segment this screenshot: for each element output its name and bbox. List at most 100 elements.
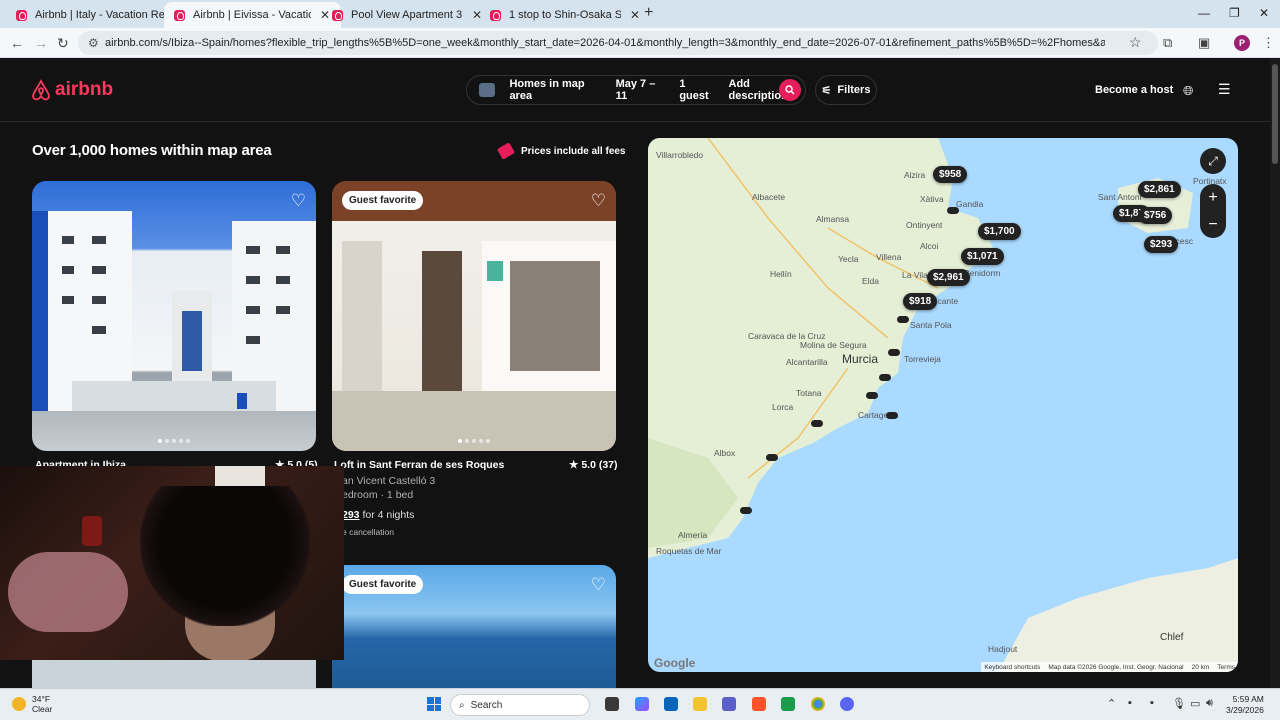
forward-icon[interactable]: → <box>34 35 48 51</box>
taskbar-search-label: Search <box>470 699 503 711</box>
map-dot-pin[interactable] <box>811 420 823 427</box>
file-explorer-icon[interactable] <box>693 697 707 711</box>
map-dot-pin[interactable] <box>879 374 891 381</box>
search-map[interactable]: Villarrobledo Albacete Alzira Xàtiva Gan… <box>648 138 1238 672</box>
price-pin[interactable]: $1,700 <box>978 223 1021 240</box>
tray-overflow-icon[interactable]: ⌃ <box>1107 697 1116 710</box>
price-pin[interactable]: $918 <box>903 293 938 310</box>
keyboard-shortcuts-link[interactable]: Keyboard shortcuts <box>984 664 1040 671</box>
map-dot-pin[interactable] <box>886 412 898 419</box>
extensions-icon[interactable]: ⧉ <box>1163 35 1172 51</box>
airbnb-favicon-icon <box>332 9 343 21</box>
profile-avatar[interactable]: P <box>1234 35 1250 51</box>
restore-icon[interactable]: ❐ <box>1229 6 1240 20</box>
tray-app-icon[interactable]: ▪ <box>1128 697 1132 709</box>
listing-photo[interactable]: ♡ <box>32 181 316 451</box>
listing-title[interactable]: Loft in Sant Ferran de ses Roques <box>334 459 504 471</box>
webcam-hair <box>140 486 310 626</box>
taskbar-search[interactable]: ⌕ Search <box>450 694 590 716</box>
microphone-icon[interactable]: 🎙︎ <box>1172 697 1186 710</box>
listing-photo[interactable]: Guest favorite ♡ <box>332 565 616 688</box>
copilot-icon[interactable] <box>635 697 649 711</box>
building-illustration <box>32 211 316 411</box>
window-close-icon[interactable]: ✕ <box>1259 6 1269 20</box>
reload-icon[interactable]: ↻ <box>57 35 69 52</box>
tab-title: Airbnb | Eivissa - Vacation Rentals <box>193 9 311 21</box>
close-icon[interactable]: ✕ <box>629 8 641 22</box>
hamburger-menu-icon[interactable]: ☰ <box>1218 81 1231 98</box>
wishlist-heart-icon[interactable]: ♡ <box>591 191 606 211</box>
search-when[interactable]: May 7 – 11 <box>616 78 666 102</box>
price-pin[interactable]: $958 <box>933 166 968 183</box>
expand-map-icon[interactable]: ⤢ <box>1200 148 1226 174</box>
map-dot-pin[interactable] <box>740 507 752 514</box>
price-pin[interactable]: $1,071 <box>961 248 1004 265</box>
map-label: Hellín <box>770 269 792 279</box>
map-dot-pin[interactable] <box>897 316 909 323</box>
map-dot-pin[interactable] <box>888 349 900 356</box>
search-button[interactable] <box>779 79 801 101</box>
map-dot-pin[interactable] <box>766 454 778 461</box>
photo-carousel-dots[interactable] <box>458 439 490 443</box>
filters-button[interactable]: ⚟ Filters <box>815 75 877 105</box>
price-pin[interactable]: $293 <box>1144 236 1179 253</box>
bookmark-star-icon[interactable]: ☆ <box>1129 34 1142 51</box>
brave-icon[interactable] <box>752 697 766 711</box>
task-view-icon[interactable] <box>605 697 619 711</box>
site-header: airbnb Homes in map area May 7 – 11 1 gu… <box>0 58 1270 122</box>
map-label: Alzira <box>904 170 926 180</box>
listing-photo[interactable] <box>32 660 316 688</box>
url-text[interactable]: airbnb.com/s/Ibiza--Spain/homes?flexible… <box>105 37 1105 49</box>
address-bar[interactable]: ⚙ airbnb.com/s/Ibiza--Spain/homes?flexib… <box>78 31 1158 55</box>
tray-app-icon[interactable]: ▪ <box>1150 697 1154 709</box>
price-pin[interactable]: $756 <box>1138 207 1173 224</box>
wishlist-heart-icon[interactable]: ♡ <box>591 575 606 595</box>
browser-menu-icon[interactable]: ⋮ <box>1262 35 1275 51</box>
back-icon[interactable]: ← <box>10 35 24 51</box>
network-icon[interactable]: ▭ <box>1190 697 1200 710</box>
map-dot-pin[interactable] <box>866 392 878 399</box>
teams-icon[interactable] <box>722 697 736 711</box>
minimize-icon[interactable]: — <box>1198 6 1210 20</box>
site-info-icon[interactable]: ⚙ <box>88 36 99 50</box>
price-pin[interactable]: $2,961 <box>927 269 970 286</box>
webcam-background-object <box>82 516 102 546</box>
globe-icon[interactable]: 🌐︎ <box>1183 83 1193 99</box>
volume-icon[interactable]: 🔊︎ <box>1206 697 1213 710</box>
windows-start-icon[interactable] <box>427 697 441 711</box>
results-count-title: Over 1,000 homes within map area <box>32 142 272 159</box>
photo-carousel-dots[interactable] <box>158 439 190 443</box>
store-icon[interactable] <box>664 697 678 711</box>
listing-price[interactable]: 293 for 4 nights <box>342 509 414 521</box>
zoom-out-button[interactable]: − <box>1200 211 1226 238</box>
map-label: Villena <box>876 252 902 262</box>
zoom-controls: + − <box>1200 184 1226 238</box>
wishlist-heart-icon[interactable]: ♡ <box>291 191 306 211</box>
listing-photo[interactable]: Guest favorite ♡ <box>332 181 616 451</box>
terms-link[interactable]: Terms <box>1217 664 1235 671</box>
search-who[interactable]: 1 guest <box>679 78 714 102</box>
price-pin[interactable]: $2,861 <box>1138 181 1181 198</box>
zoom-in-button[interactable]: + <box>1200 184 1226 211</box>
new-tab-icon[interactable]: + <box>644 4 653 22</box>
price-display-toggle[interactable]: Prices include all fees <box>496 142 626 160</box>
map-dot-pin[interactable] <box>947 207 959 214</box>
tab-shin-osaka[interactable]: 1 stop to Shin-Osaka Station, T ✕ <box>480 2 651 28</box>
search-bar[interactable]: Homes in map area May 7 – 11 1 guest Add… <box>466 75 806 105</box>
page-scrollbar-thumb[interactable] <box>1272 64 1278 164</box>
airbnb-logo[interactable]: airbnb <box>31 79 113 101</box>
map-label: Yecla <box>838 254 859 264</box>
tab-pool-view[interactable]: Pool View Apartment 3 adults ✕ <box>322 2 493 28</box>
map-label: La Vila <box>902 270 928 280</box>
system-clock[interactable]: 5:59 AM 3/29/2026 <box>1226 694 1264 716</box>
become-host-link[interactable]: Become a host <box>1095 84 1173 96</box>
search-where[interactable]: Homes in map area <box>509 78 601 102</box>
discord-icon[interactable] <box>840 697 854 711</box>
map-label: Almansa <box>816 214 850 224</box>
chrome-icon[interactable] <box>811 697 825 711</box>
tab-airbnb-eivissa[interactable]: Airbnb | Eivissa - Vacation Rentals ✕ <box>164 2 341 28</box>
app-icon[interactable] <box>781 697 795 711</box>
tab-search-icon[interactable]: ▣ <box>1198 35 1210 51</box>
weather-widget[interactable]: 34°F Clear <box>12 694 52 714</box>
map-label: Gandia <box>956 199 984 209</box>
